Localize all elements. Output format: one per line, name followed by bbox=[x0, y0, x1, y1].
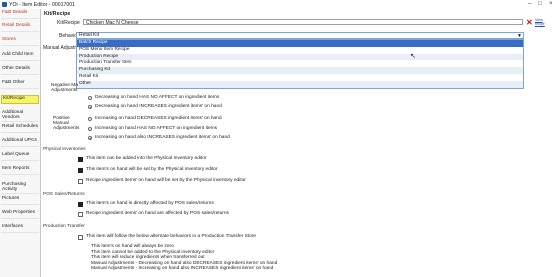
kit-recipe-label: Kit/Recipe bbox=[57, 20, 80, 26]
pos-sales-title: POS Sales/Returns bbox=[43, 192, 85, 197]
main-panel: Kit/Recipe Kit/Recipe Chicken Mac N Chee… bbox=[41, 9, 560, 277]
sidebar-item-retail-details[interactable]: Retail Details bbox=[1, 23, 39, 32]
pos-option-radio[interactable] bbox=[88, 127, 92, 131]
pos-checkbox[interactable] bbox=[78, 202, 83, 207]
dropdown-option[interactable]: Batch Recipe bbox=[77, 40, 523, 47]
sidebar-item-interfaces[interactable]: Interfaces bbox=[1, 224, 39, 233]
positive-adjustments-label: Positive Manual Adjustments bbox=[53, 116, 80, 131]
behavior-select[interactable]: Retail Kit ▼ bbox=[76, 32, 524, 39]
dropdown-option[interactable]: Production Transfer Item bbox=[77, 60, 523, 67]
sidebar-item-add-child-item[interactable]: Add Child Item bbox=[1, 52, 39, 61]
pos-checkbox-label: Recipe ingredient items' on hand are aff… bbox=[86, 211, 229, 216]
kit-recipe-field[interactable]: Chicken Mac N Cheese bbox=[83, 19, 523, 26]
dropdown-option[interactable]: Other bbox=[77, 80, 523, 88]
physical-checkbox[interactable] bbox=[78, 157, 83, 162]
physical-checkbox[interactable] bbox=[78, 179, 83, 184]
pos-option-label: Increasing on hand also INCREASES ingred… bbox=[95, 134, 230, 140]
neg-option-label: Decreasing on hand INCREASES ingredient … bbox=[95, 103, 222, 109]
behavior-dropdown-list: Batch Recipe POS Menu Item Recipe Produc… bbox=[76, 39, 524, 89]
sidebar-item-pictures[interactable]: Pictures bbox=[1, 196, 39, 205]
negative-adjustments-label: Negative Ma Adjustments bbox=[51, 83, 78, 93]
mouse-cursor-icon: ↖ bbox=[410, 53, 416, 60]
pos-checkbox-label: This item's on hand is directly affected… bbox=[86, 201, 214, 206]
sidebar-item-kit-recipe[interactable]: Kit/Recipe bbox=[1, 95, 39, 104]
neg-option-label: Decreasing on hand HAS NO AFFECT on ingr… bbox=[95, 94, 220, 100]
close-icon[interactable]: × bbox=[549, 1, 553, 7]
pos-option-label: Increasing on hand DECREASES ingredient … bbox=[95, 115, 222, 121]
neg-option-radio[interactable] bbox=[88, 96, 92, 100]
page-title: Kit/Recipe bbox=[44, 11, 71, 17]
clear-icon[interactable]: ✕ bbox=[526, 19, 533, 27]
dropdown-option[interactable]: POS Menu Item Recipe bbox=[77, 47, 523, 54]
behavior-value: Retail Kit bbox=[79, 32, 100, 38]
sidebar: F&B Details Retail Details Stores Add Ch… bbox=[0, 9, 41, 277]
pos-option-label: Increasing on hand HAS NO AFFECT on ingr… bbox=[95, 125, 218, 131]
pos-option-radio[interactable] bbox=[88, 117, 92, 121]
sidebar-item-fb-other[interactable]: F&B Other bbox=[1, 80, 39, 89]
physical-checkbox[interactable] bbox=[78, 168, 83, 173]
sidebar-item-purchasing-activity[interactable]: Purchasing Activity bbox=[1, 182, 39, 194]
pos-checkbox[interactable] bbox=[78, 212, 83, 217]
physical-checkbox-label: This item's on hand will be set by the P… bbox=[86, 167, 218, 172]
sidebar-item-item-reports[interactable]: Item Reports bbox=[1, 166, 39, 175]
sidebar-item-fb-details[interactable]: F&B Details bbox=[1, 10, 39, 19]
physical-checkbox-label: Recipe ingredient items' on hand will be… bbox=[86, 178, 246, 183]
dropdown-option[interactable]: Retail Kit bbox=[77, 74, 523, 81]
maximize-icon[interactable]: □ bbox=[538, 1, 542, 7]
transfer-line: Manual Adjustments - Increasing on hand … bbox=[91, 266, 274, 271]
physical-checkbox-label: This item can be added into the Physical… bbox=[86, 156, 207, 161]
sidebar-item-retail-schedules[interactable]: Retail Schedules bbox=[1, 124, 39, 133]
app-icon bbox=[2, 2, 7, 7]
sidebar-item-additional-upcs[interactable]: Additional UPCs bbox=[1, 138, 39, 147]
production-transfer-title: Production Transfer bbox=[43, 224, 85, 229]
sidebar-item-web-properties[interactable]: Web Properties bbox=[1, 210, 39, 219]
window-title: YOi - Item Editor - 00017001 bbox=[9, 1, 76, 8]
sidebar-item-label-queue[interactable]: Label Queue bbox=[1, 152, 39, 161]
pos-option-radio[interactable] bbox=[88, 136, 92, 140]
sidebar-item-additional-vendors[interactable]: Additional Vendors bbox=[1, 110, 39, 122]
dropdown-option[interactable]: Purchasing Kit bbox=[77, 67, 523, 74]
sidebar-item-other-details[interactable]: Other Details bbox=[1, 66, 39, 75]
dropdown-option[interactable]: Production Recipe bbox=[77, 53, 523, 61]
neg-option-radio[interactable] bbox=[88, 105, 92, 109]
transfer-checkbox-label: This item will follow the below alternat… bbox=[86, 234, 257, 239]
view-recipe-link[interactable]: View recipe bbox=[535, 18, 547, 26]
sidebar-item-stores[interactable]: Stores bbox=[1, 37, 39, 46]
physical-inventories-title: Physical Inventories bbox=[43, 147, 86, 152]
minimize-icon[interactable]: – bbox=[528, 1, 531, 7]
transfer-checkbox[interactable] bbox=[78, 235, 83, 240]
